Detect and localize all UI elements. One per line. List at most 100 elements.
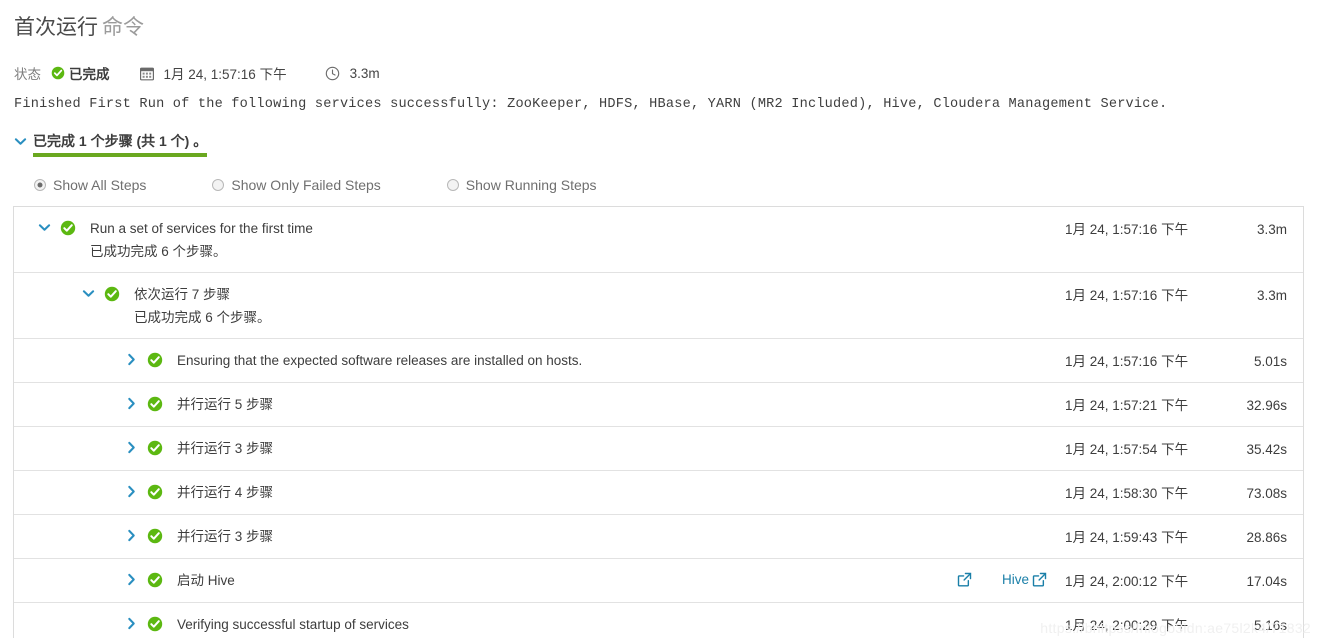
chevron-down-icon[interactable]	[14, 135, 27, 148]
hive-link[interactable]: Hive	[1002, 572, 1047, 587]
step-detail: 已成功完成 6 个步骤。	[134, 310, 271, 325]
filter-label: Show Only Failed Steps	[231, 177, 381, 193]
filter-show-only-failed-steps[interactable]: Show Only Failed Steps	[212, 177, 381, 193]
step-name: 并行运行 4 步骤	[177, 485, 274, 500]
table-row[interactable]: 并行运行 5 步骤 1月 24, 1:57:21 下午 32.96s	[14, 383, 1303, 427]
step-duration: 35.42s	[1246, 442, 1287, 457]
success-check-icon	[104, 286, 120, 302]
chevron-down-icon[interactable]	[38, 221, 53, 234]
step-body: 并行运行 4 步骤	[177, 483, 1065, 502]
step-name: 依次运行 7 步骤	[134, 287, 231, 302]
step-duration: 3.3m	[1256, 222, 1287, 237]
radio-icon[interactable]	[212, 179, 225, 191]
row-content: 依次运行 7 步骤 已成功完成 6 个步骤。	[38, 285, 1065, 327]
step-duration: 73.08s	[1246, 486, 1287, 501]
page-title-sub: 命令	[102, 16, 144, 39]
success-check-icon	[147, 352, 163, 368]
step-body: Verifying successful startup of services	[177, 615, 1065, 634]
success-check-icon	[60, 220, 76, 236]
table-row[interactable]: 依次运行 7 步骤 已成功完成 6 个步骤。 1月 24, 1:57:16 下午…	[14, 273, 1303, 339]
row-content: Verifying successful startup of services	[38, 615, 1065, 634]
table-row[interactable]: Ensuring that the expected software rele…	[14, 339, 1303, 383]
status-badge: 已完成	[51, 63, 110, 83]
step-duration: 32.96s	[1246, 398, 1287, 413]
step-duration: 3.3m	[1256, 288, 1287, 303]
step-name: 并行运行 5 步骤	[177, 397, 274, 412]
success-check-icon	[147, 484, 163, 500]
summary-text: 已完成 1 个步骤 (共 1 个) 。	[33, 133, 208, 149]
success-check-icon	[147, 396, 163, 412]
step-name: 并行运行 3 步骤	[177, 441, 274, 456]
step-name: Ensuring that the expected software rele…	[177, 353, 583, 368]
table-row[interactable]: 并行运行 3 步骤 1月 24, 1:59:43 下午 28.86s	[14, 515, 1303, 559]
calendar-icon	[139, 66, 154, 81]
page-title-main: 首次运行	[14, 16, 98, 39]
started-at-item: 1月 24, 1:57:16 下午	[139, 63, 287, 83]
command-details-page: 首次运行 命令 状态 已完成 1月 24, 1:57:16 下午 3.3m Fi…	[0, 0, 1319, 638]
summary-section[interactable]: 已完成 1 个步骤 (共 1 个) 。	[14, 132, 208, 157]
step-body: 启动 Hive	[177, 571, 957, 590]
success-check-icon	[147, 440, 163, 456]
success-check-icon	[147, 572, 163, 588]
row-content: Ensuring that the expected software rele…	[38, 351, 1065, 370]
step-time: 1月 24, 1:58:30 下午	[1065, 486, 1189, 501]
step-time: 1月 24, 2:00:12 下午	[1065, 574, 1189, 589]
chevron-right-icon[interactable]	[125, 485, 140, 498]
radio-icon[interactable]	[34, 179, 46, 191]
chevron-right-icon[interactable]	[125, 529, 140, 542]
table-row[interactable]: 并行运行 4 步骤 1月 24, 1:58:30 下午 73.08s	[14, 471, 1303, 515]
summary-progress-block: 已完成 1 个步骤 (共 1 个) 。	[33, 132, 208, 157]
step-filter-group: Show All Steps Show Only Failed Steps Sh…	[34, 177, 597, 193]
row-content: 启动 Hive	[38, 571, 957, 590]
step-body: 并行运行 3 步骤	[177, 527, 1065, 546]
status-value: 已完成	[69, 67, 110, 82]
step-time: 1月 24, 1:59:43 下午	[1065, 530, 1189, 545]
chevron-right-icon[interactable]	[125, 353, 140, 366]
duration-item: 3.3m	[325, 66, 380, 81]
filter-show-all-steps[interactable]: Show All Steps	[34, 177, 146, 193]
step-duration: 28.86s	[1246, 530, 1287, 545]
chevron-right-icon[interactable]	[125, 397, 140, 410]
command-meta-row: 状态 已完成 1月 24, 1:57:16 下午 3.3m	[14, 62, 380, 84]
chevron-right-icon[interactable]	[125, 617, 140, 630]
step-time: 1月 24, 1:57:16 下午	[1065, 222, 1189, 237]
chevron-right-icon[interactable]	[125, 441, 140, 454]
row-content: 并行运行 5 步骤	[38, 395, 1065, 414]
step-body: 并行运行 3 步骤	[177, 439, 1065, 458]
steps-table: Run a set of services for the first time…	[13, 206, 1304, 638]
step-name: Verifying successful startup of services	[177, 617, 409, 632]
step-duration: 17.04s	[1246, 574, 1287, 589]
row-content: 并行运行 3 步骤	[38, 439, 1065, 458]
step-time: 1月 24, 1:57:16 下午	[1065, 354, 1189, 369]
hive-link-label: Hive	[1001, 572, 1029, 587]
row-content: 并行运行 4 步骤	[38, 483, 1065, 502]
started-at-value: 1月 24, 1:57:16 下午	[163, 67, 287, 82]
external-link-icon[interactable]	[957, 572, 972, 587]
filter-label: Show Running Steps	[465, 177, 597, 193]
step-detail: 已成功完成 6 个步骤。	[90, 244, 227, 259]
command-description: Finished First Run of the following serv…	[14, 97, 1168, 112]
table-row[interactable]: Run a set of services for the first time…	[14, 207, 1303, 273]
step-name: 并行运行 3 步骤	[177, 529, 274, 544]
step-name: Run a set of services for the first time	[90, 221, 313, 236]
success-check-icon	[147, 528, 163, 544]
step-time: 1月 24, 1:57:21 下午	[1065, 398, 1189, 413]
filter-show-running-steps[interactable]: Show Running Steps	[446, 177, 597, 193]
table-row[interactable]: 启动 Hive Hive 1月 24, 2:00:12 下午 17.04s	[14, 559, 1303, 603]
step-links: Hive	[957, 572, 1047, 587]
radio-icon[interactable]	[446, 179, 459, 191]
status-label: 状态	[14, 67, 41, 82]
chevron-right-icon[interactable]	[125, 573, 140, 586]
row-content: 并行运行 3 步骤	[38, 527, 1065, 546]
clock-icon	[325, 66, 340, 81]
success-check-icon	[147, 616, 163, 632]
step-time: 1月 24, 1:57:16 下午	[1065, 288, 1189, 303]
table-row[interactable]: 并行运行 3 步骤 1月 24, 1:57:54 下午 35.42s	[14, 427, 1303, 471]
row-content: Run a set of services for the first time…	[38, 219, 1065, 261]
page-title: 首次运行 命令	[14, 14, 144, 42]
step-body: Ensuring that the expected software rele…	[177, 351, 1065, 370]
external-link-icon[interactable]	[1032, 572, 1047, 587]
filter-label: Show All Steps	[53, 177, 147, 193]
chevron-down-icon[interactable]	[82, 287, 97, 300]
step-body: Run a set of services for the first time…	[90, 219, 1065, 261]
